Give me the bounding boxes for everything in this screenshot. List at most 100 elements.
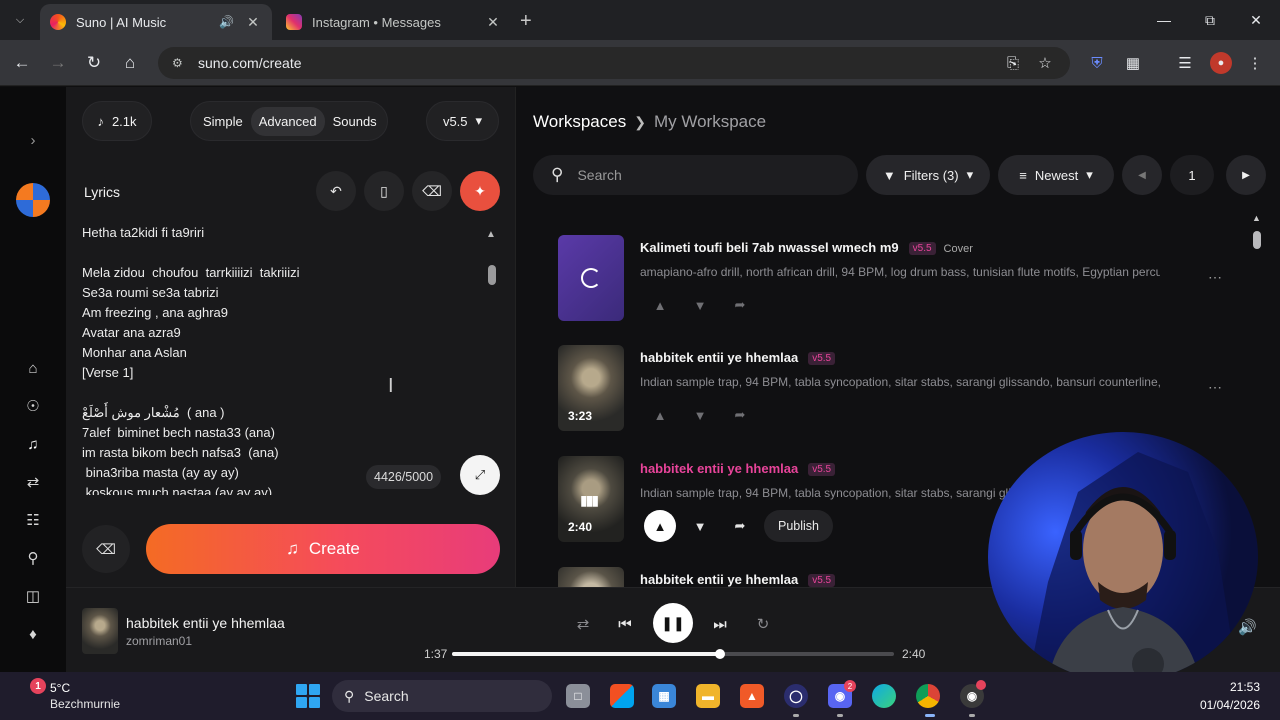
- weather-temperature[interactable]: 5°C: [50, 681, 70, 695]
- song-cover[interactable]: 3:23: [558, 345, 624, 431]
- install-app-icon[interactable]: ⎘: [1002, 52, 1024, 74]
- mode-advanced[interactable]: Advanced: [250, 106, 325, 136]
- share-icon[interactable]: ➦: [720, 510, 760, 542]
- song-row[interactable]: Kalimeti toufi beli 7ab nwassel wmech m9…: [558, 219, 1238, 329]
- player-artist[interactable]: zomriman01: [126, 634, 192, 648]
- player-song-title[interactable]: habbitek entii ye hhemlaa: [126, 615, 285, 631]
- player-cover[interactable]: [82, 608, 118, 654]
- model-version-select[interactable]: v5.5 ▾: [426, 101, 499, 141]
- more-options-icon[interactable]: ⋯: [1208, 269, 1222, 286]
- clock-time[interactable]: 21:53: [1196, 680, 1260, 694]
- search-nav-icon[interactable]: ⚲: [22, 547, 44, 569]
- extensions-puzzle-icon[interactable]: ▦: [1122, 52, 1144, 74]
- shuffle-icon[interactable]: ⇄: [569, 610, 597, 638]
- thumbs-down-icon[interactable]: ▼: [680, 289, 720, 321]
- media-control-icon[interactable]: ☰: [1174, 52, 1196, 74]
- share-icon[interactable]: ➦: [720, 399, 760, 431]
- song-title-row[interactable]: habbitek entii ye hhemlaa v5.5: [640, 350, 836, 366]
- site-info-icon[interactable]: ⚙: [172, 56, 186, 70]
- edge-icon[interactable]: [872, 684, 896, 708]
- next-page-button[interactable]: ▶: [1226, 155, 1266, 195]
- thumbs-down-icon[interactable]: ▼: [680, 399, 720, 431]
- collapse-icon[interactable]: ⤢: [460, 455, 500, 495]
- thumbs-up-icon[interactable]: ▲: [644, 510, 676, 542]
- bookmark-star-icon[interactable]: ☆: [1034, 52, 1056, 74]
- song-row[interactable]: 3:23 habbitek entii ye hhemlaa v5.5 India…: [558, 329, 1238, 439]
- create-nav-icon[interactable]: ♫: [22, 433, 44, 455]
- filters-button[interactable]: ▼ Filters (3) ▾: [866, 155, 990, 195]
- minimize-icon[interactable]: —: [1152, 8, 1176, 32]
- song-cover[interactable]: [558, 235, 624, 321]
- file-explorer-icon[interactable]: ▬: [696, 684, 720, 708]
- repeat-icon[interactable]: ↻: [749, 610, 777, 638]
- sort-button[interactable]: ≡ Newest ▾: [998, 155, 1114, 195]
- song-title-row[interactable]: habbitek entii ye hhemlaa v5.5: [640, 572, 836, 587]
- clock-date[interactable]: 01/04/2026: [1196, 698, 1260, 712]
- weather-location[interactable]: Bezchmurnie: [50, 697, 120, 711]
- lyrics-scrollbar[interactable]: [488, 265, 496, 285]
- previous-page-button[interactable]: ◀: [1122, 155, 1162, 195]
- scroll-up-icon[interactable]: ▲: [1252, 213, 1261, 223]
- browser-menu-icon[interactable]: ⋮: [1244, 52, 1266, 74]
- lyrics-textarea[interactable]: Hetha ta2kidi fi ta9riri Mela zidou chou…: [82, 223, 482, 495]
- bookmark-icon[interactable]: ▯: [364, 171, 404, 211]
- studio-nav-icon[interactable]: ⇄: [22, 471, 44, 493]
- audio-playing-icon[interactable]: 🔊: [219, 15, 234, 29]
- back-icon[interactable]: ←: [10, 51, 34, 75]
- song-cover[interactable]: [558, 567, 624, 587]
- breadcrumb-workspaces[interactable]: Workspaces: [533, 112, 626, 132]
- undo-icon[interactable]: ↶: [316, 171, 356, 211]
- widgets-icon[interactable]: [610, 684, 634, 708]
- more-options-icon[interactable]: ⋯: [1208, 379, 1222, 396]
- notifications-bell-icon[interactable]: ♦: [22, 623, 44, 645]
- publish-button[interactable]: Publish: [764, 510, 833, 542]
- reload-icon[interactable]: ↻: [82, 51, 106, 75]
- song-list-scrollbar[interactable]: [1253, 231, 1261, 249]
- mode-sounds[interactable]: Sounds: [325, 107, 385, 136]
- home-icon[interactable]: ⌂: [118, 51, 142, 75]
- song-title-row[interactable]: Kalimeti toufi beli 7ab nwassel wmech m9…: [640, 240, 973, 256]
- extension-shield-icon[interactable]: ⛨: [1086, 52, 1108, 74]
- next-track-icon[interactable]: ⏭: [706, 610, 734, 638]
- close-window-icon[interactable]: ✕: [1244, 8, 1268, 32]
- tab-search-chevron-icon[interactable]: ⌵: [8, 8, 32, 32]
- song-search-input[interactable]: ⚲ Search: [533, 155, 858, 195]
- explore-nav-icon[interactable]: ☉: [22, 395, 44, 417]
- new-tab-icon[interactable]: +: [520, 10, 532, 33]
- chrome-icon[interactable]: [916, 684, 940, 708]
- song-cover[interactable]: ▮▮▮ 2:40: [558, 456, 624, 542]
- tab-suno[interactable]: Suno | AI Music 🔊 ✕: [40, 4, 272, 40]
- clear-lyrics-icon[interactable]: ⌫: [412, 171, 452, 211]
- task-view-icon[interactable]: □: [566, 684, 590, 708]
- progress-bar[interactable]: [452, 649, 894, 659]
- profile-avatar-icon[interactable]: ●: [1210, 52, 1232, 74]
- previous-track-icon[interactable]: ⏮: [611, 610, 639, 638]
- user-avatar[interactable]: [16, 183, 50, 217]
- create-button[interactable]: ♫ Create: [146, 524, 500, 574]
- windows-start-icon[interactable]: [296, 684, 320, 708]
- restore-icon[interactable]: ⧉: [1198, 8, 1222, 32]
- credits-pill[interactable]: ♪ 2.1k: [82, 101, 152, 141]
- page-number[interactable]: 1: [1170, 155, 1214, 195]
- thumbs-down-icon[interactable]: ▼: [680, 510, 720, 542]
- library-nav-icon[interactable]: ☷: [22, 509, 44, 531]
- close-tab-icon[interactable]: ✕: [484, 13, 502, 31]
- thumbs-up-icon[interactable]: ▲: [640, 399, 680, 431]
- mode-simple[interactable]: Simple: [195, 107, 251, 136]
- volume-icon[interactable]: 🔊: [1238, 618, 1257, 636]
- trash-icon[interactable]: ⌫: [82, 525, 130, 573]
- home-nav-icon[interactable]: ⌂: [22, 357, 44, 379]
- expand-sidebar-icon[interactable]: ›: [22, 129, 44, 151]
- tab-instagram[interactable]: Instagram • Messages ✕: [276, 4, 512, 40]
- song-title-row[interactable]: habbitek entii ye hhemlaa v5.5: [640, 461, 836, 477]
- brave-browser-icon[interactable]: ▲: [740, 684, 764, 708]
- url-bar[interactable]: ⚙ suno.com/create ⎘ ☆: [158, 47, 1070, 79]
- close-tab-icon[interactable]: ✕: [244, 13, 262, 31]
- thumbs-up-icon[interactable]: ▲: [640, 289, 680, 321]
- hooks-nav-icon[interactable]: ◫: [22, 585, 44, 607]
- scroll-up-icon[interactable]: ▲: [486, 229, 496, 240]
- forward-icon[interactable]: →: [46, 51, 70, 75]
- app-circle-icon[interactable]: ◯: [784, 684, 808, 708]
- taskbar-search[interactable]: ⚲ Search: [332, 680, 552, 712]
- microsoft-store-icon[interactable]: ▦: [652, 684, 676, 708]
